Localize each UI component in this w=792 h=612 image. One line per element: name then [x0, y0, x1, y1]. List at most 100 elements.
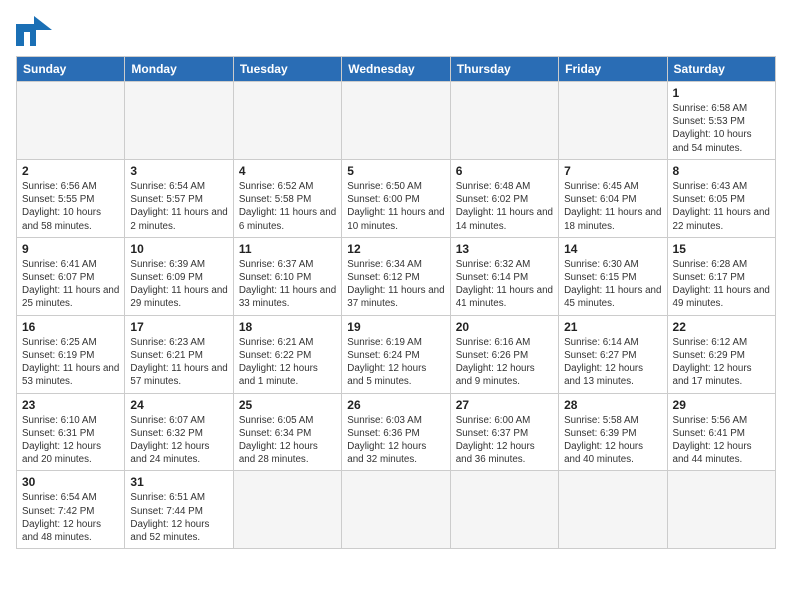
day-number: 9	[22, 242, 119, 256]
day-number: 13	[456, 242, 553, 256]
day-info: Sunrise: 6:51 AM Sunset: 7:44 PM Dayligh…	[130, 491, 227, 544]
day-number: 7	[564, 164, 661, 178]
day-number: 8	[673, 164, 770, 178]
day-cell: 10Sunrise: 6:39 AM Sunset: 6:09 PM Dayli…	[125, 237, 233, 315]
day-number: 22	[673, 320, 770, 334]
day-info: Sunrise: 6:48 AM Sunset: 6:02 PM Dayligh…	[456, 180, 553, 233]
day-info: Sunrise: 6:25 AM Sunset: 6:19 PM Dayligh…	[22, 336, 119, 389]
weekday-header: Saturday	[667, 57, 775, 82]
day-info: Sunrise: 6:30 AM Sunset: 6:15 PM Dayligh…	[564, 258, 661, 311]
weekday-header: Wednesday	[342, 57, 450, 82]
day-cell	[450, 471, 558, 549]
day-cell	[233, 471, 341, 549]
day-info: Sunrise: 6:28 AM Sunset: 6:17 PM Dayligh…	[673, 258, 770, 311]
day-info: Sunrise: 6:58 AM Sunset: 5:53 PM Dayligh…	[673, 102, 770, 155]
day-cell: 12Sunrise: 6:34 AM Sunset: 6:12 PM Dayli…	[342, 237, 450, 315]
day-cell	[667, 471, 775, 549]
day-info: Sunrise: 6:52 AM Sunset: 5:58 PM Dayligh…	[239, 180, 336, 233]
day-number: 30	[22, 475, 119, 489]
day-number: 15	[673, 242, 770, 256]
weekday-header: Monday	[125, 57, 233, 82]
day-info: Sunrise: 6:32 AM Sunset: 6:14 PM Dayligh…	[456, 258, 553, 311]
day-info: Sunrise: 6:37 AM Sunset: 6:10 PM Dayligh…	[239, 258, 336, 311]
day-cell: 3Sunrise: 6:54 AM Sunset: 5:57 PM Daylig…	[125, 159, 233, 237]
day-number: 25	[239, 398, 336, 412]
day-info: Sunrise: 6:19 AM Sunset: 6:24 PM Dayligh…	[347, 336, 444, 389]
day-cell: 5 Sunrise: 6:50 AM Sunset: 6:00 PM Daylig…	[342, 159, 450, 237]
week-row: 16 Sunrise: 6:25 AM Sunset: 6:19 PM Dayli…	[17, 315, 776, 393]
day-info: Sunrise: 6:16 AM Sunset: 6:26 PM Dayligh…	[456, 336, 553, 389]
day-cell: 6 Sunrise: 6:48 AM Sunset: 6:02 PM Daylig…	[450, 159, 558, 237]
week-row: 2Sunrise: 6:56 AM Sunset: 5:55 PM Daylig…	[17, 159, 776, 237]
day-cell: 15 Sunrise: 6:28 AM Sunset: 6:17 PM Dayli…	[667, 237, 775, 315]
day-info: Sunrise: 6:45 AM Sunset: 6:04 PM Dayligh…	[564, 180, 661, 233]
header	[16, 16, 776, 46]
day-number: 16	[22, 320, 119, 334]
day-number: 4	[239, 164, 336, 178]
day-info: Sunrise: 5:56 AM Sunset: 6:41 PM Dayligh…	[673, 414, 770, 467]
day-number: 18	[239, 320, 336, 334]
day-info: Sunrise: 5:58 AM Sunset: 6:39 PM Dayligh…	[564, 414, 661, 467]
week-row: 9Sunrise: 6:41 AM Sunset: 6:07 PM Daylig…	[17, 237, 776, 315]
day-number: 5	[347, 164, 444, 178]
day-info: Sunrise: 6:07 AM Sunset: 6:32 PM Dayligh…	[130, 414, 227, 467]
day-number: 12	[347, 242, 444, 256]
day-cell: 1 Sunrise: 6:58 AM Sunset: 5:53 PM Daylig…	[667, 82, 775, 160]
week-row: 30 Sunrise: 6:54 AM Sunset: 7:42 PM Dayli…	[17, 471, 776, 549]
day-number: 17	[130, 320, 227, 334]
day-info: Sunrise: 6:43 AM Sunset: 6:05 PM Dayligh…	[673, 180, 770, 233]
day-cell: 17 Sunrise: 6:23 AM Sunset: 6:21 PM Dayli…	[125, 315, 233, 393]
day-cell	[450, 82, 558, 160]
day-cell: 4 Sunrise: 6:52 AM Sunset: 5:58 PM Daylig…	[233, 159, 341, 237]
day-cell	[233, 82, 341, 160]
day-number: 6	[456, 164, 553, 178]
day-cell: 16 Sunrise: 6:25 AM Sunset: 6:19 PM Dayli…	[17, 315, 125, 393]
day-number: 26	[347, 398, 444, 412]
day-number: 3	[130, 164, 227, 178]
day-cell: 19 Sunrise: 6:19 AM Sunset: 6:24 PM Dayli…	[342, 315, 450, 393]
day-number: 24	[130, 398, 227, 412]
day-cell: 26 Sunrise: 6:03 AM Sunset: 6:36 PM Dayli…	[342, 393, 450, 471]
day-info: Sunrise: 6:54 AM Sunset: 7:42 PM Dayligh…	[22, 491, 119, 544]
day-info: Sunrise: 6:23 AM Sunset: 6:21 PM Dayligh…	[130, 336, 227, 389]
day-cell: 2Sunrise: 6:56 AM Sunset: 5:55 PM Daylig…	[17, 159, 125, 237]
day-info: Sunrise: 6:14 AM Sunset: 6:27 PM Dayligh…	[564, 336, 661, 389]
day-number: 29	[673, 398, 770, 412]
day-info: Sunrise: 6:50 AM Sunset: 6:00 PM Dayligh…	[347, 180, 444, 233]
weekday-header: Tuesday	[233, 57, 341, 82]
day-info: Sunrise: 6:10 AM Sunset: 6:31 PM Dayligh…	[22, 414, 119, 467]
weekday-header: Friday	[559, 57, 667, 82]
day-number: 19	[347, 320, 444, 334]
day-number: 31	[130, 475, 227, 489]
weekday-header: Thursday	[450, 57, 558, 82]
day-info: Sunrise: 6:00 AM Sunset: 6:37 PM Dayligh…	[456, 414, 553, 467]
day-cell: 29 Sunrise: 5:56 AM Sunset: 6:41 PM Dayli…	[667, 393, 775, 471]
day-info: Sunrise: 6:05 AM Sunset: 6:34 PM Dayligh…	[239, 414, 336, 467]
calendar: SundayMondayTuesdayWednesdayThursdayFrid…	[16, 56, 776, 549]
day-info: Sunrise: 6:03 AM Sunset: 6:36 PM Dayligh…	[347, 414, 444, 467]
day-cell: 8 Sunrise: 6:43 AM Sunset: 6:05 PM Daylig…	[667, 159, 775, 237]
day-cell: 20 Sunrise: 6:16 AM Sunset: 6:26 PM Dayli…	[450, 315, 558, 393]
day-cell: 25 Sunrise: 6:05 AM Sunset: 6:34 PM Dayli…	[233, 393, 341, 471]
day-cell: 7 Sunrise: 6:45 AM Sunset: 6:04 PM Daylig…	[559, 159, 667, 237]
day-number: 11	[239, 242, 336, 256]
day-cell	[342, 82, 450, 160]
day-number: 1	[673, 86, 770, 100]
day-cell	[559, 471, 667, 549]
day-number: 14	[564, 242, 661, 256]
day-number: 20	[456, 320, 553, 334]
day-info: Sunrise: 6:21 AM Sunset: 6:22 PM Dayligh…	[239, 336, 336, 389]
day-cell: 24 Sunrise: 6:07 AM Sunset: 6:32 PM Dayli…	[125, 393, 233, 471]
day-cell: 30 Sunrise: 6:54 AM Sunset: 7:42 PM Dayli…	[17, 471, 125, 549]
day-number: 2	[22, 164, 119, 178]
day-cell: 13 Sunrise: 6:32 AM Sunset: 6:14 PM Dayli…	[450, 237, 558, 315]
day-cell: 18 Sunrise: 6:21 AM Sunset: 6:22 PM Dayli…	[233, 315, 341, 393]
day-number: 21	[564, 320, 661, 334]
day-cell: 9Sunrise: 6:41 AM Sunset: 6:07 PM Daylig…	[17, 237, 125, 315]
day-cell: 14 Sunrise: 6:30 AM Sunset: 6:15 PM Dayli…	[559, 237, 667, 315]
day-info: Sunrise: 6:39 AM Sunset: 6:09 PM Dayligh…	[130, 258, 227, 311]
week-row: 1 Sunrise: 6:58 AM Sunset: 5:53 PM Daylig…	[17, 82, 776, 160]
day-cell: 23Sunrise: 6:10 AM Sunset: 6:31 PM Dayli…	[17, 393, 125, 471]
day-info: Sunrise: 6:12 AM Sunset: 6:29 PM Dayligh…	[673, 336, 770, 389]
weekday-header-row: SundayMondayTuesdayWednesdayThursdayFrid…	[17, 57, 776, 82]
